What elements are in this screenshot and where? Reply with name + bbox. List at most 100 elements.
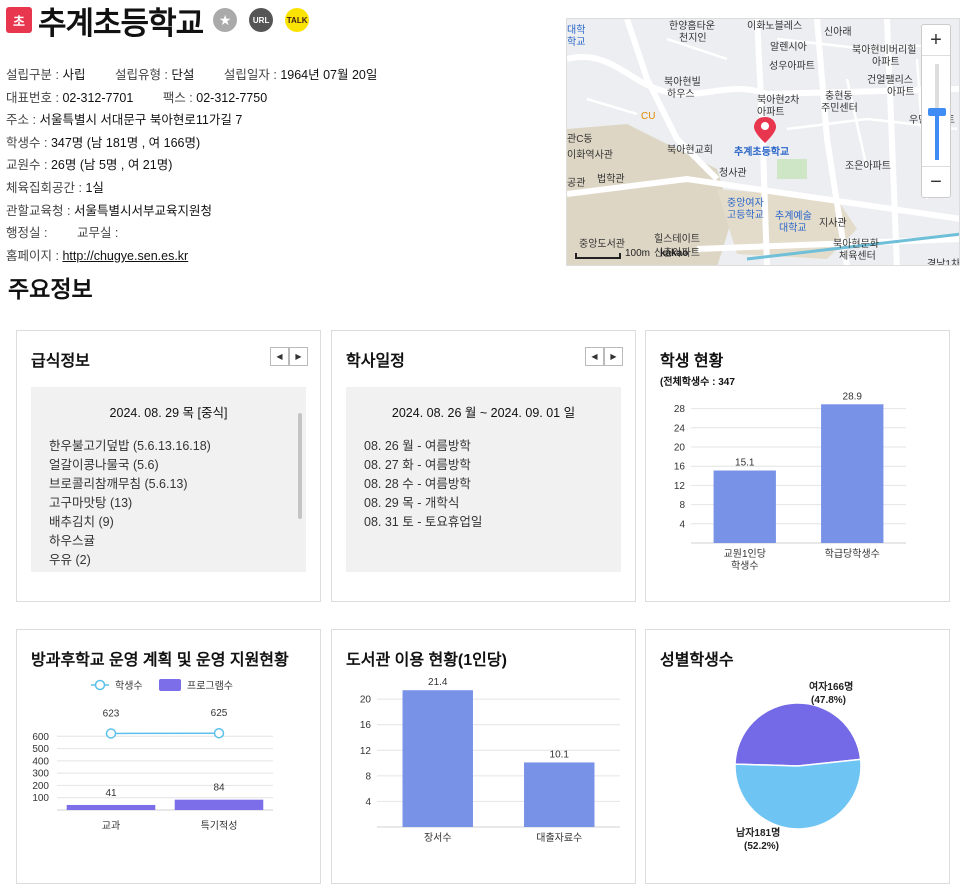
phone-label: 대표번호 : [6,90,59,105]
students-bar [713,470,776,543]
svg-text:대학: 대학 [567,24,585,36]
gender-chart-card: 성별학생수 여자166명 (47.8%) 남자181명 (52.2%) [645,629,950,884]
svg-text:추계예술: 추계예술 [775,210,812,222]
students-ytick-label: 20 [674,443,686,454]
map-scale: 100m kakao [575,248,688,259]
location-map[interactable]: 한양홈타운 천지인 이화노블레스 신아래 알렌시아 북아현비버리힐 아파트 성우… [566,18,960,266]
scale-bar [575,253,621,259]
meal-item: 우유 (2) [49,553,91,567]
schedule-card: 학사일정 ◀ ▶ 2024. 08. 26 월 ~ 2024. 09. 01 일… [331,330,636,602]
zoom-in-button[interactable]: + [922,25,950,55]
library-ytick-label: 4 [365,797,371,808]
afterschool-legend-line-marker [94,679,106,691]
meal-pager: ◀ ▶ [270,347,308,366]
homepage-link[interactable]: http://chugye.sen.es.kr [62,249,188,263]
svg-text:아파트: 아파트 [887,86,915,98]
found-type-value: 사립 [62,68,86,82]
afterschool-line-value-label: 625 [211,708,228,719]
afterschool-bar-value-label: 41 [105,788,117,799]
svg-text:이화역사관: 이화역사관 [567,149,613,161]
afterschool-category-label: 특기적성 [201,820,238,832]
meal-item: 한우불고기덮밥 (5.6.13.16.18) [49,439,211,453]
schedule-range: 2024. 08. 26 월 ~ 2024. 09. 01 일 [391,406,576,420]
afterschool-line-point [105,728,117,739]
afterschool-ytick-label: 600 [32,732,49,743]
schedule-item: 08. 28 수 - 여름방학 [364,477,471,491]
svg-text:북아현빌: 북아현빌 [664,76,701,88]
meal-item: 고구마맛탕 (13) [49,496,133,510]
info-row-students: 학생수 : 347명 (남 181명 , 여 166명) [6,132,546,155]
fax-value: 02-312-7750 [196,90,268,105]
svg-text:이화노블레스: 이화노블레스 [747,20,802,32]
zoom-slider[interactable] [922,55,950,167]
zoom-out-button[interactable]: − [922,167,950,197]
school-type-label: 설립유형 : [114,68,168,82]
info-row-gym: 체육집회공간 : 1실 [6,177,546,200]
svg-text:청사관: 청사관 [719,167,747,179]
admin-office-label: 행정실 : [6,226,48,241]
svg-text:대학교: 대학교 [779,222,807,234]
favorite-star-icon[interactable]: ★ [213,8,238,32]
gym-label: 체육집회공간 : [6,180,82,195]
kakaotalk-share-icon[interactable]: TALK [285,8,310,32]
afterschool-legend-bar-swatch [159,679,181,691]
svg-text:신아래: 신아래 [824,26,852,38]
svg-text:북아현비버리힐: 북아현비버리힐 [852,43,916,56]
students-label: 학생수 : [6,135,48,150]
svg-text:건얼팰리스: 건얼팰리스 [867,74,913,86]
info-row-teachers: 교원수 : 26명 (남 5명 , 여 21명) [6,154,546,177]
svg-text:주민센터: 주민센터 [821,102,858,114]
phone-value: 02-312-7701 [62,90,134,105]
afterschool-bar-value-label: 84 [213,783,225,794]
info-row-office: 관할교육청 : 서울특별시서부교육지원청 [6,200,546,223]
svg-text:추계초등학교: 추계초등학교 [734,145,789,158]
svg-text:북아현2차: 북아현2차 [757,94,799,106]
zoom-handle[interactable] [928,108,946,116]
schedule-pager: ◀ ▶ [585,347,623,366]
svg-text:북아현문화: 북아현문화 [833,238,879,250]
library-ytick-label: 20 [360,695,372,706]
students-ytick-label: 4 [679,519,685,530]
library-bar [402,690,473,827]
svg-text:성우아파트: 성우아파트 [769,60,815,72]
teachers-label: 교원수 : [6,158,48,173]
schedule-box: 2024. 08. 26 월 ~ 2024. 09. 01 일 08. 26 월… [346,387,621,572]
info-row-phone: 대표번호 : 02-312-7701 팩스 : 02-312-7750 [6,87,546,110]
meal-next-button[interactable]: ▶ [289,347,308,366]
schedule-item: 08. 26 월 - 여름방학 [364,439,471,453]
svg-text:한양홈타운: 한양홈타운 [669,19,715,32]
schedule-next-button[interactable]: ▶ [604,347,623,366]
afterschool-legend-label: 학생수 [115,680,143,692]
info-row-admin: 행정실 : 교무실 : [6,222,546,245]
students-value-label: 28.9 [843,391,863,402]
schedule-prev-button[interactable]: ◀ [585,347,604,366]
svg-text:알렌시아: 알렌시아 [770,41,807,53]
section-title: 주요정보 [8,276,93,302]
found-date-value: 1964년 07월 20일 [280,68,378,82]
students-category-label: 교원1인당 [724,548,766,560]
library-ytick-label: 16 [360,720,372,731]
school-name: 추계초등학교 [38,5,204,41]
scale-label: 100m [625,248,651,259]
meal-scrollbar[interactable] [298,413,302,519]
schedule-item: 08. 31 토 - 토요휴업일 [364,515,483,529]
school-info: 설립구분 : 사립 설립유형 : 단설 설립일자 : 1964년 07월 20일… [6,64,546,267]
svg-text:중앙여자: 중앙여자 [727,197,764,209]
gender-pie-label: 남자181명 [736,826,780,839]
address-value: 서울특별시 서대문구 북아현로11가길 7 [39,113,243,128]
teachers-value: 26명 (남 5명 , 여 21명) [50,158,173,173]
afterschool-chart-card: 방과후학교 운영 계획 및 운영 지원현황 학생수 프로그램수 100 200 300 4… [16,629,321,884]
schedule-list: 08. 26 월 - 여름방학 08. 27 화 - 여름방학 08. 28 수 -… [346,437,621,532]
meal-item: 브로콜리참깨무침 (5.6.13) [49,477,188,491]
meal-prev-button[interactable]: ◀ [270,347,289,366]
url-icon[interactable]: URL [249,8,274,32]
map-canvas[interactable]: 한양홈타운 천지인 이화노블레스 신아래 알렌시아 북아현비버리힐 아파트 성우… [567,19,960,266]
meal-box[interactable]: 2024. 08. 29 목 [중식] 한우불고기덮밥 (5.6.13.16.1… [31,387,306,572]
afterschool-ytick-label: 300 [32,769,49,780]
svg-text:아파트: 아파트 [757,106,785,118]
svg-text:법학관: 법학관 [597,173,625,185]
meal-item: 배추김치 (9) [49,515,114,529]
info-row-homepage: 홈페이지 : http://chugye.sen.es.kr [6,245,546,268]
schedule-item: 08. 29 목 - 개학식 [364,496,460,510]
schedule-item: 08. 27 화 - 여름방학 [364,458,471,472]
